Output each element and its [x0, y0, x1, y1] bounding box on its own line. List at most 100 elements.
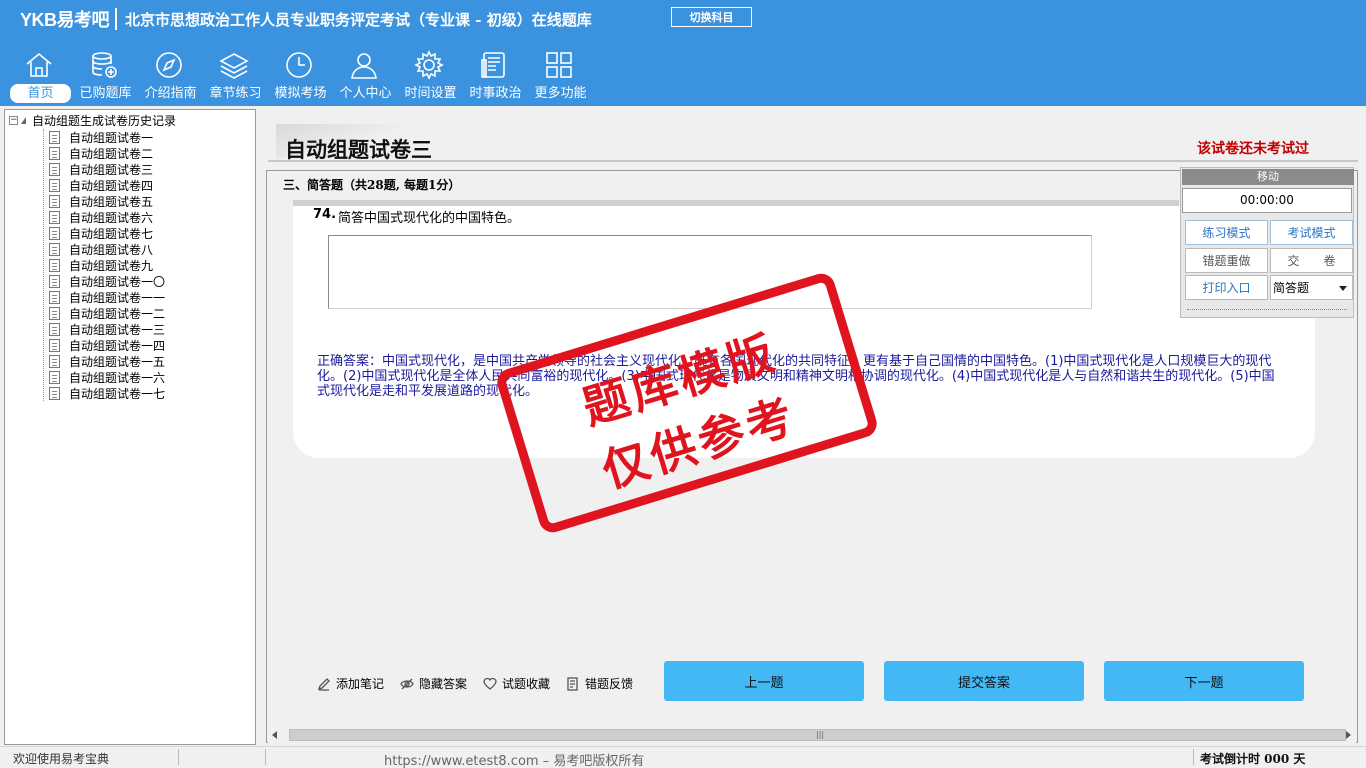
document-icon: [49, 210, 60, 224]
tree-item-label: 自动组题试卷八: [69, 242, 154, 257]
nav-label: 时间设置: [404, 86, 457, 101]
status-divider: [178, 749, 179, 765]
chevron-down-icon: [1339, 286, 1347, 291]
feedback-button[interactable]: 错题反馈: [566, 675, 633, 692]
document-icon: [49, 354, 60, 368]
document-icon: [49, 146, 60, 160]
nav-chapter[interactable]: 章节练习: [203, 44, 268, 104]
scroll-left-icon[interactable]: [272, 731, 277, 739]
add-note-button[interactable]: 添加笔记: [317, 675, 384, 692]
eye-off-icon: [400, 677, 414, 691]
tree-item[interactable]: 自动组题试卷六: [49, 209, 165, 225]
tree-item[interactable]: 自动组题试卷一七: [49, 385, 165, 401]
feedback-icon: [566, 676, 580, 691]
tree-item[interactable]: 自动组题试卷二: [49, 145, 165, 161]
tree-item-label: 自动组题试卷一二: [69, 306, 166, 321]
app-title: 北京市思想政治工作人员专业职务评定考试（专业课 - 初级）在线题库: [125, 10, 592, 29]
exam-timer: 00:00:00: [1182, 188, 1352, 213]
document-icon: [49, 242, 60, 256]
tree-item-label: 自动组题试卷九: [69, 258, 154, 273]
nav-label: 介绍指南: [144, 86, 197, 101]
tool-label: 错题反馈: [585, 677, 634, 691]
tree-item[interactable]: 自动组题试卷一六: [49, 369, 165, 385]
heart-icon: [483, 677, 497, 691]
next-question-button[interactable]: 下一题: [1104, 661, 1304, 701]
control-panel: 移动 00:00:00 练习模式 考试模式 错题重做 交 卷 打印入口 简答题: [1180, 167, 1354, 318]
tree-item[interactable]: 自动组题试卷三: [49, 161, 165, 177]
nav-label: 章节练习: [209, 86, 262, 101]
nav-personal[interactable]: 个人中心: [333, 44, 398, 104]
pencil-icon: [317, 677, 331, 691]
tree-item[interactable]: 自动组题试卷一五: [49, 353, 165, 369]
nav-more[interactable]: 更多功能: [528, 44, 593, 104]
nav-label: 时事政治: [469, 86, 522, 101]
nav-purchased[interactable]: 已购题库: [73, 44, 138, 104]
tool-label: 添加笔记: [336, 677, 385, 691]
tree-item[interactable]: 自动组题试卷一三: [49, 321, 165, 337]
tree-item-label: 自动组题试卷一六: [69, 370, 166, 385]
tree-item-label: 自动组题试卷二: [69, 146, 154, 161]
folder-triangle-icon: [21, 116, 26, 124]
document-icon: [49, 274, 60, 288]
compass-icon: [154, 50, 184, 80]
tool-label: 试题收藏: [502, 677, 551, 691]
brand-separator: [115, 8, 118, 30]
horizontal-scrollbar[interactable]: |||: [268, 727, 1356, 743]
database-icon: [89, 50, 119, 80]
status-divider: [265, 749, 266, 765]
tree-item-label: 自动组题试卷六: [69, 210, 154, 225]
nav-home[interactable]: 首页: [8, 44, 73, 104]
panel-move-handle[interactable]: 移动: [1182, 169, 1354, 185]
tree-item[interactable]: 自动组题试卷一二: [49, 305, 165, 321]
switch-subject-button[interactable]: 切换科目: [671, 7, 752, 27]
nav-guide[interactable]: 介绍指南: [138, 44, 203, 104]
tree-item[interactable]: 自动组题试卷七: [49, 225, 165, 241]
tree-item-label: 自动组题试卷一三: [69, 322, 166, 337]
tree-guide-line: [43, 129, 44, 401]
grid-icon: [544, 50, 574, 80]
scroll-right-icon[interactable]: [1346, 731, 1351, 739]
grip-icon: |||: [816, 730, 825, 739]
layers-icon: [219, 50, 249, 80]
exam-status-text: 该试卷还未考试过: [1197, 141, 1309, 157]
print-button[interactable]: 打印入口: [1185, 275, 1268, 300]
status-divider: [1193, 749, 1194, 765]
tree-item[interactable]: 自动组题试卷四: [49, 177, 165, 193]
favorite-button[interactable]: 试题收藏: [483, 675, 550, 692]
question-type-select[interactable]: 简答题: [1270, 275, 1353, 300]
submit-answer-button[interactable]: 提交答案: [884, 661, 1084, 701]
tree-item[interactable]: 自动组题试卷一〇: [49, 273, 165, 289]
user-icon: [349, 50, 379, 80]
nav-label: 已购题库: [79, 86, 132, 101]
tree-list: 自动组题试卷一 自动组题试卷二 自动组题试卷三 自动组题试卷四 自动组题试卷五 自动组题试…: [49, 129, 165, 401]
document-icon: [49, 258, 60, 272]
collapse-icon[interactable]: −: [9, 115, 18, 125]
nav-current-affairs[interactable]: 时事政治: [463, 44, 528, 104]
nav-mock-exam[interactable]: 模拟考场: [268, 44, 333, 104]
document-icon: [49, 290, 60, 304]
tree-item[interactable]: 自动组题试卷一一: [49, 289, 165, 305]
tree-item-label: 自动组题试卷一四: [69, 338, 166, 353]
question-type-value: 简答题: [1273, 281, 1310, 295]
nav-time-settings[interactable]: 时间设置: [398, 44, 463, 104]
tree-item[interactable]: 自动组题试卷一四: [49, 337, 165, 353]
tree-root-label: 自动组题生成试卷历史记录: [32, 113, 177, 128]
hand-in-button[interactable]: 交 卷: [1270, 248, 1353, 273]
answer-input[interactable]: [328, 235, 1092, 309]
redo-wrong-button[interactable]: 错题重做: [1185, 248, 1268, 273]
copyright-text: https://www.etest8.com – 易考吧版权所有: [384, 754, 645, 768]
paper-history-tree: − 自动组题生成试卷历史记录 自动组题试卷一 自动组题试卷二 自动组题试卷三 自动组题…: [4, 109, 256, 745]
tree-item[interactable]: 自动组题试卷九: [49, 257, 165, 273]
tree-item[interactable]: 自动组题试卷五: [49, 193, 165, 209]
prev-question-button[interactable]: 上一题: [664, 661, 864, 701]
hide-answer-button[interactable]: 隐藏答案: [400, 675, 467, 692]
nav-label: 个人中心: [339, 86, 392, 101]
tree-root[interactable]: − 自动组题生成试卷历史记录: [9, 112, 176, 128]
status-bar: 欢迎使用易考宝典 https://www.etest8.com – 易考吧版权所…: [0, 746, 1366, 768]
exam-mode-button[interactable]: 考试模式: [1270, 220, 1353, 245]
tree-item[interactable]: 自动组题试卷一: [49, 129, 165, 145]
newspaper-icon: [479, 50, 509, 80]
tree-item-label: 自动组题试卷四: [69, 178, 154, 193]
tree-item[interactable]: 自动组题试卷八: [49, 241, 165, 257]
practice-mode-button[interactable]: 练习模式: [1185, 220, 1268, 245]
